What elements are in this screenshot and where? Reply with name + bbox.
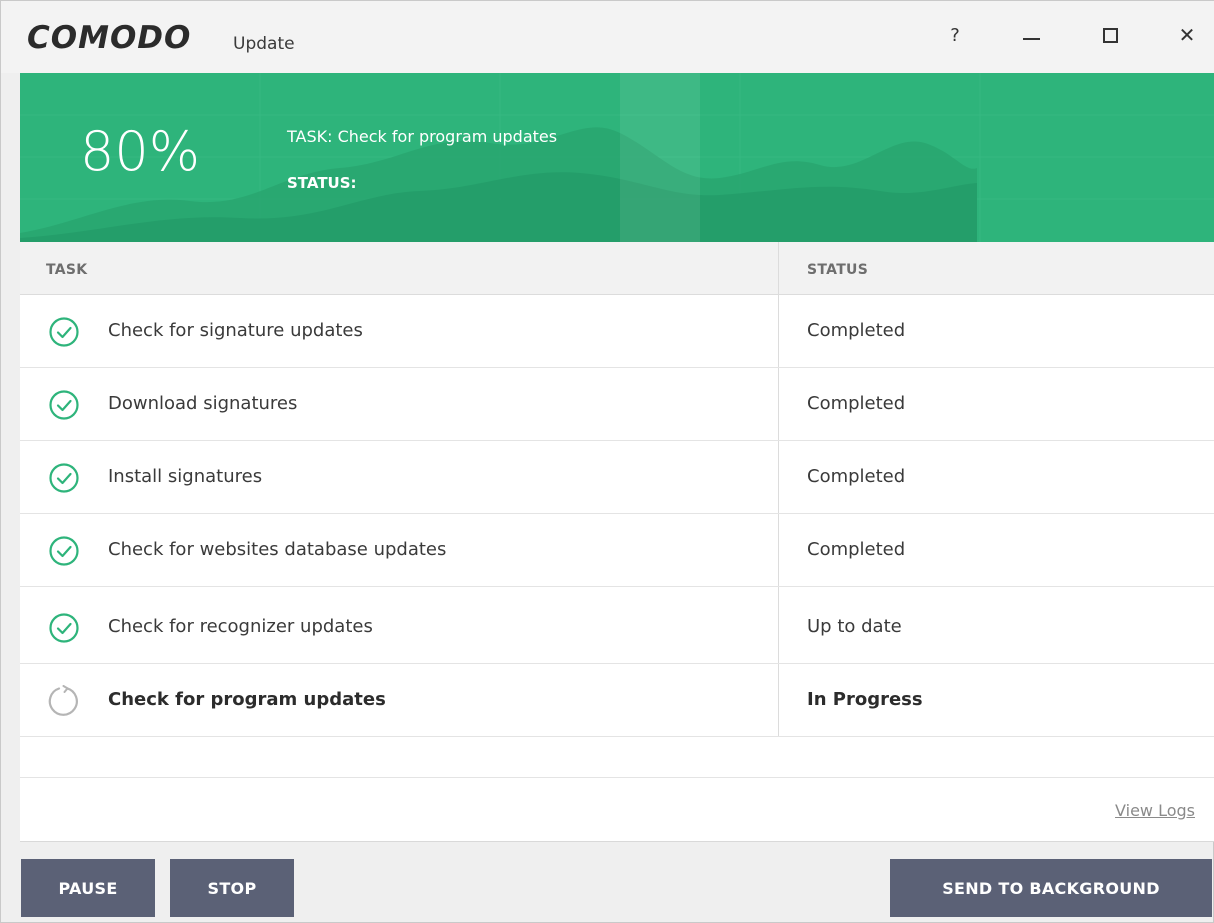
task-status: Completed (807, 393, 906, 414)
minimize-icon (1022, 38, 1040, 40)
check-circle-icon (49, 463, 79, 493)
table-row: Check for websites database updates Comp… (20, 514, 1214, 587)
current-task-label: TASK: Check for program updates (287, 127, 558, 146)
column-header-task: TASK (46, 262, 88, 278)
maximize-button[interactable] (1088, 15, 1132, 55)
maximize-icon (1102, 27, 1118, 43)
task-name: Download signatures (108, 393, 298, 414)
current-status-label: STATUS: (287, 174, 357, 192)
pause-button[interactable]: PAUSE (21, 859, 155, 917)
window-title: Update (233, 34, 295, 54)
empty-row (20, 737, 1214, 778)
table-row: Install signatures Completed (20, 441, 1214, 514)
close-button[interactable]: ✕ (1165, 15, 1209, 55)
comodo-logo: COMODO (27, 20, 192, 56)
minimize-button[interactable] (1009, 15, 1053, 55)
task-status: In Progress (807, 689, 923, 710)
task-name: Check for signature updates (108, 320, 363, 341)
task-name: Check for recognizer updates (108, 616, 373, 637)
table-header: TASK STATUS (20, 242, 1214, 295)
check-circle-icon (49, 613, 79, 643)
task-name: Check for program updates (108, 689, 386, 710)
task-name: Install signatures (108, 466, 263, 487)
check-circle-icon (49, 390, 79, 420)
column-header-status: STATUS (807, 262, 869, 278)
stop-button[interactable]: STOP (170, 859, 294, 917)
update-window: COMODO Update ? ✕ 80% TASK: Check for pr… (0, 0, 1214, 923)
table-row: Check for recognizer updates Up to date (20, 591, 1214, 664)
task-status: Completed (807, 539, 906, 560)
send-to-background-button[interactable]: SEND TO BACKGROUND (890, 859, 1212, 917)
task-status: Up to date (807, 616, 902, 637)
check-circle-icon (49, 317, 79, 347)
check-circle-icon (49, 536, 79, 566)
help-button[interactable]: ? (933, 15, 977, 55)
spinner-icon (48, 685, 78, 716)
view-logs-link[interactable]: View Logs (1115, 801, 1195, 820)
task-table: TASK STATUS Check for signature updates … (20, 242, 1214, 842)
title-bar: COMODO Update ? ✕ (1, 1, 1214, 73)
progress-percent: 80% (80, 120, 201, 183)
task-name: Check for websites database updates (108, 539, 447, 560)
task-status: Completed (807, 466, 906, 487)
table-row-active: Check for program updates In Progress (20, 664, 1214, 737)
table-row: Check for signature updates Completed (20, 295, 1214, 368)
task-status: Completed (807, 320, 906, 341)
progress-header: 80% TASK: Check for program updates STAT… (20, 73, 1214, 242)
table-row: Download signatures Completed (20, 368, 1214, 441)
